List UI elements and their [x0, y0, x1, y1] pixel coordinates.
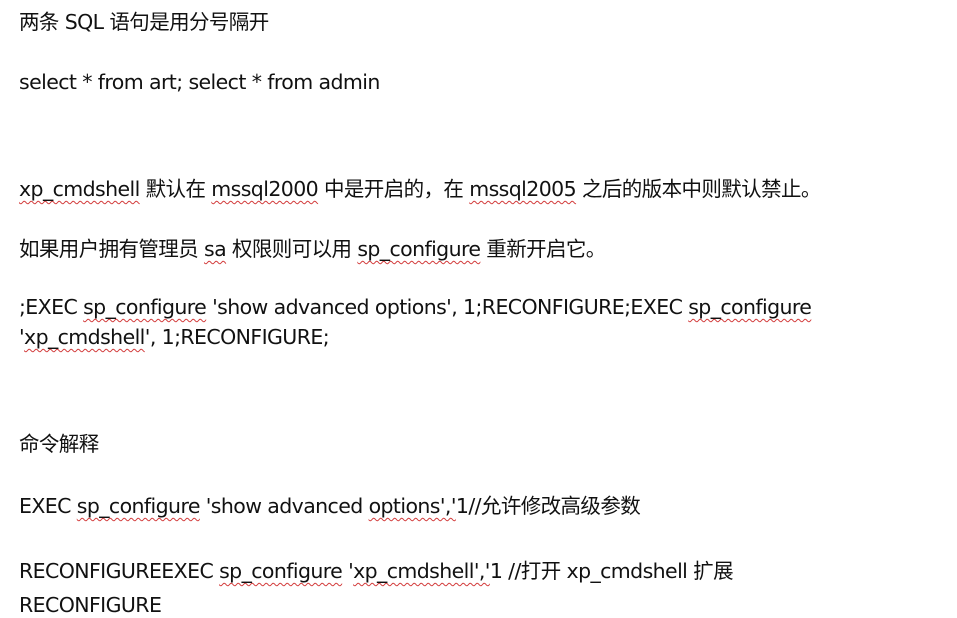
- command-line-2: 'xp_cmdshell', 1;RECONFIGURE;: [19, 324, 330, 350]
- explain-line-3: RECONFIGURE: [19, 593, 162, 617]
- text-segment: 'show advanced: [199, 494, 369, 518]
- term-sp-configure: sp_configure: [76, 494, 201, 518]
- term-sp-configure: sp_configure: [219, 559, 343, 583]
- text-segment: 1 //打开: [489, 559, 567, 583]
- example-select: select * from art; select * from admin: [19, 70, 380, 94]
- term-xp-cmdshell: xp_cmdshell: [24, 325, 145, 349]
- text-segment: RECONFIGUREEXEC: [19, 559, 220, 583]
- term-options: options',': [368, 494, 457, 518]
- text-segment: 之后的版本中则默认禁止。: [576, 177, 821, 201]
- term-sp-configure: sp_configure: [83, 295, 207, 319]
- text-segment: 默认在: [139, 177, 212, 201]
- text-segment: EXEC: [19, 494, 77, 518]
- term-xp-cmdshell: xp_cmdshell',': [353, 559, 490, 583]
- sa-note: 如果用户拥有管理员 sa 权限则可以用 sp_configure 重新开启它。: [19, 236, 606, 262]
- text-segment: ;EXEC: [19, 295, 84, 319]
- term-mssql2005: mssql2005: [469, 177, 577, 201]
- term-sp-configure: sp_configure: [688, 295, 812, 319]
- term-xp-cmdshell: xp_cmdshell: [19, 177, 140, 201]
- document-page: 两条 SQL 语句是用分号隔开 select * from art; selec…: [0, 0, 957, 618]
- text-segment: 如果用户拥有管理员: [19, 237, 205, 261]
- text-segment: 'show advanced options', 1;RECONFIGURE;E…: [206, 295, 689, 319]
- text-segment: ', 1;RECONFIGURE;: [144, 325, 330, 349]
- cmdshell-note: xp_cmdshell 默认在 mssql2000 中是开启的，在 mssql2…: [19, 176, 821, 202]
- explain-line-1: EXEC sp_configure 'show advanced options…: [19, 493, 641, 519]
- text-segment: 中是开启的，在: [318, 177, 470, 201]
- term-sa: sa: [204, 237, 227, 261]
- text-segment: 扩展: [687, 559, 733, 583]
- text-segment: ': [342, 559, 354, 583]
- explain-heading: 命令解释: [19, 432, 99, 456]
- text-segment: 重新开启它。: [480, 237, 606, 261]
- term-sp-configure: sp_configure: [357, 237, 481, 261]
- text-segment: 权限则可以用: [226, 237, 358, 261]
- explain-line-2: RECONFIGUREEXEC sp_configure 'xp_cmdshel…: [19, 558, 734, 584]
- heading-semicolon: 两条 SQL 语句是用分号隔开: [19, 10, 269, 34]
- command-line-1: ;EXEC sp_configure 'show advanced option…: [19, 294, 812, 320]
- term-xp-cmdshell: xp_cmdshell: [566, 559, 688, 583]
- term-mssql2000: mssql2000: [211, 177, 319, 201]
- text-segment: 1//允许修改高级参数: [455, 494, 641, 518]
